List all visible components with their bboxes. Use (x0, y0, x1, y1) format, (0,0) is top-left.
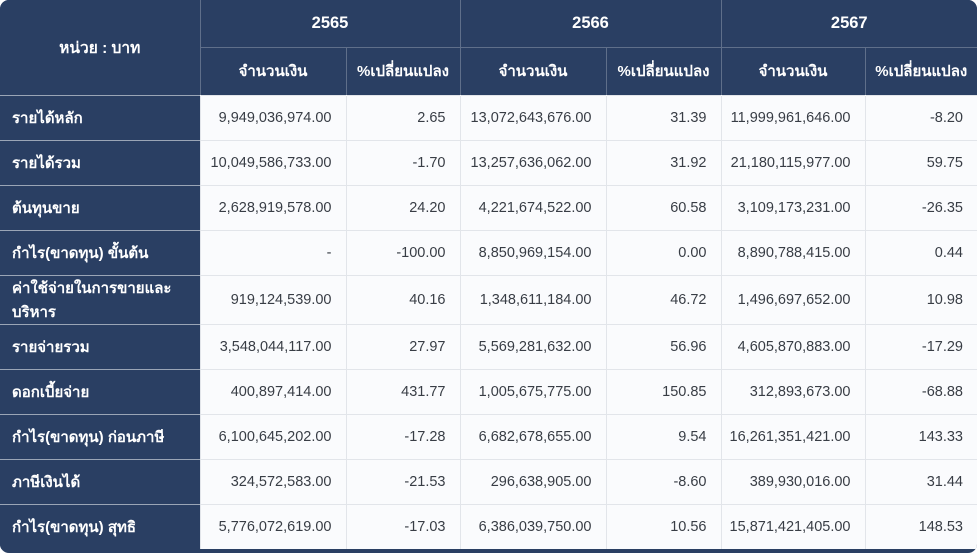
row-label: ค่าใช้จ่ายในการขายและบริหาร (0, 274, 200, 324)
table-row: รายได้รวม 10,049,586,733.00 -1.70 13,257… (0, 139, 977, 185)
row-label: กำไร(ขาดทุน) ก่อนภาษี (0, 413, 200, 459)
row-label: ดอกเบี้ยจ่าย (0, 368, 200, 414)
year-header-row: หน่วย : บาท 2565 2566 2567 (0, 0, 977, 95)
row-label: ภาษีเงินได้ (0, 458, 200, 504)
amount-cell: 3,109,173,231.00 (720, 184, 865, 230)
amount-cell: 3,548,044,117.00 (199, 323, 346, 369)
amount-cell: 6,100,645,202.00 (199, 413, 346, 459)
change-cell: 150.85 (605, 368, 721, 414)
change-cell: 60.58 (605, 184, 721, 230)
change-cell: 24.20 (345, 184, 460, 230)
change-cell: 31.92 (605, 139, 721, 185)
financial-statement-table: หน่วย : บาท 2565 2566 2567 จำนวนเงิน %เป… (0, 0, 977, 549)
change-cell: 0.44 (864, 229, 977, 275)
amount-cell: - (199, 229, 346, 275)
amount-cell: 5,569,281,632.00 (459, 323, 606, 369)
change-cell: 27.97 (345, 323, 460, 369)
table-row: กำไร(ขาดทุน) ขั้นต้น - -100.00 8,850,969… (0, 229, 977, 275)
amount-cell: 8,850,969,154.00 (459, 229, 606, 275)
row-label: รายได้หลัก (0, 94, 200, 140)
row-label: กำไร(ขาดทุน) ขั้นต้น (0, 229, 200, 275)
year-header-2566: 2566 (459, 0, 721, 47)
amount-cell: 389,930,016.00 (720, 458, 865, 504)
change-cell: -17.28 (345, 413, 460, 459)
change-cell: 10.56 (605, 503, 721, 549)
change-cell: -1.70 (345, 139, 460, 185)
change-cell: -100.00 (345, 229, 460, 275)
amount-cell: 9,949,036,974.00 (199, 94, 346, 140)
amount-cell: 919,124,539.00 (199, 274, 346, 324)
row-label: กำไร(ขาดทุน) สุทธิ (0, 503, 200, 549)
amount-cell: 1,005,675,775.00 (459, 368, 606, 414)
amount-cell: 10,049,586,733.00 (199, 139, 346, 185)
amount-cell: 4,221,674,522.00 (459, 184, 606, 230)
table-row: กำไร(ขาดทุน) สุทธิ 5,776,072,619.00 -17.… (0, 503, 977, 549)
amount-cell: 324,572,583.00 (199, 458, 346, 504)
change-header-2565: %เปลี่ยนแปลง (345, 46, 460, 95)
change-cell: 31.39 (605, 94, 721, 140)
change-cell: -21.53 (345, 458, 460, 504)
change-cell: 2.65 (345, 94, 460, 140)
amount-cell: 13,257,636,062.00 (459, 139, 606, 185)
amount-cell: 312,893,673.00 (720, 368, 865, 414)
amount-cell: 5,776,072,619.00 (199, 503, 346, 549)
amount-cell: 1,348,611,184.00 (459, 274, 606, 324)
change-cell: 31.44 (864, 458, 977, 504)
unit-header: หน่วย : บาท (0, 0, 200, 95)
amount-cell: 400,897,414.00 (199, 368, 346, 414)
amount-header-2566: จำนวนเงิน (459, 46, 606, 95)
year-header-2567: 2567 (720, 0, 977, 47)
amount-cell: 13,072,643,676.00 (459, 94, 606, 140)
table-row: ต้นทุนขาย 2,628,919,578.00 24.20 4,221,6… (0, 184, 977, 230)
change-cell: -8.20 (864, 94, 977, 140)
amount-cell: 6,682,678,655.00 (459, 413, 606, 459)
change-cell: -8.60 (605, 458, 721, 504)
year-header-2565: 2565 (199, 0, 460, 47)
amount-cell: 16,261,351,421.00 (720, 413, 865, 459)
change-cell: 40.16 (345, 274, 460, 324)
change-cell: 431.77 (345, 368, 460, 414)
financial-table-container: หน่วย : บาท 2565 2566 2567 จำนวนเงิน %เป… (0, 0, 977, 553)
change-cell: -26.35 (864, 184, 977, 230)
amount-cell: 296,638,905.00 (459, 458, 606, 504)
table-row: รายได้หลัก 9,949,036,974.00 2.65 13,072,… (0, 94, 977, 140)
change-cell: 10.98 (864, 274, 977, 324)
row-label: รายได้รวม (0, 139, 200, 185)
table-row: ค่าใช้จ่ายในการขายและบริหาร 919,124,539.… (0, 274, 977, 324)
change-cell: 143.33 (864, 413, 977, 459)
amount-cell: 4,605,870,883.00 (720, 323, 865, 369)
table-row: ดอกเบี้ยจ่าย 400,897,414.00 431.77 1,005… (0, 368, 977, 414)
change-cell: 0.00 (605, 229, 721, 275)
change-cell: 148.53 (864, 503, 977, 549)
amount-cell: 21,180,115,977.00 (720, 139, 865, 185)
change-cell: -68.88 (864, 368, 977, 414)
row-label: รายจ่ายรวม (0, 323, 200, 369)
amount-cell: 8,890,788,415.00 (720, 229, 865, 275)
amount-cell: 15,871,421,405.00 (720, 503, 865, 549)
change-cell: -17.03 (345, 503, 460, 549)
amount-header-2567: จำนวนเงิน (720, 46, 865, 95)
amount-cell: 11,999,961,646.00 (720, 94, 865, 140)
table-row: รายจ่ายรวม 3,548,044,117.00 27.97 5,569,… (0, 323, 977, 369)
amount-cell: 2,628,919,578.00 (199, 184, 346, 230)
change-cell: 9.54 (605, 413, 721, 459)
amount-cell: 1,496,697,652.00 (720, 274, 865, 324)
change-header-2566: %เปลี่ยนแปลง (605, 46, 721, 95)
amount-header-2565: จำนวนเงิน (199, 46, 346, 95)
change-cell: 59.75 (864, 139, 977, 185)
change-header-2567: %เปลี่ยนแปลง (864, 46, 977, 95)
change-cell: 46.72 (605, 274, 721, 324)
table-row: ภาษีเงินได้ 324,572,583.00 -21.53 296,63… (0, 458, 977, 504)
change-cell: -17.29 (864, 323, 977, 369)
table-row: กำไร(ขาดทุน) ก่อนภาษี 6,100,645,202.00 -… (0, 413, 977, 459)
row-label: ต้นทุนขาย (0, 184, 200, 230)
amount-cell: 6,386,039,750.00 (459, 503, 606, 549)
change-cell: 56.96 (605, 323, 721, 369)
